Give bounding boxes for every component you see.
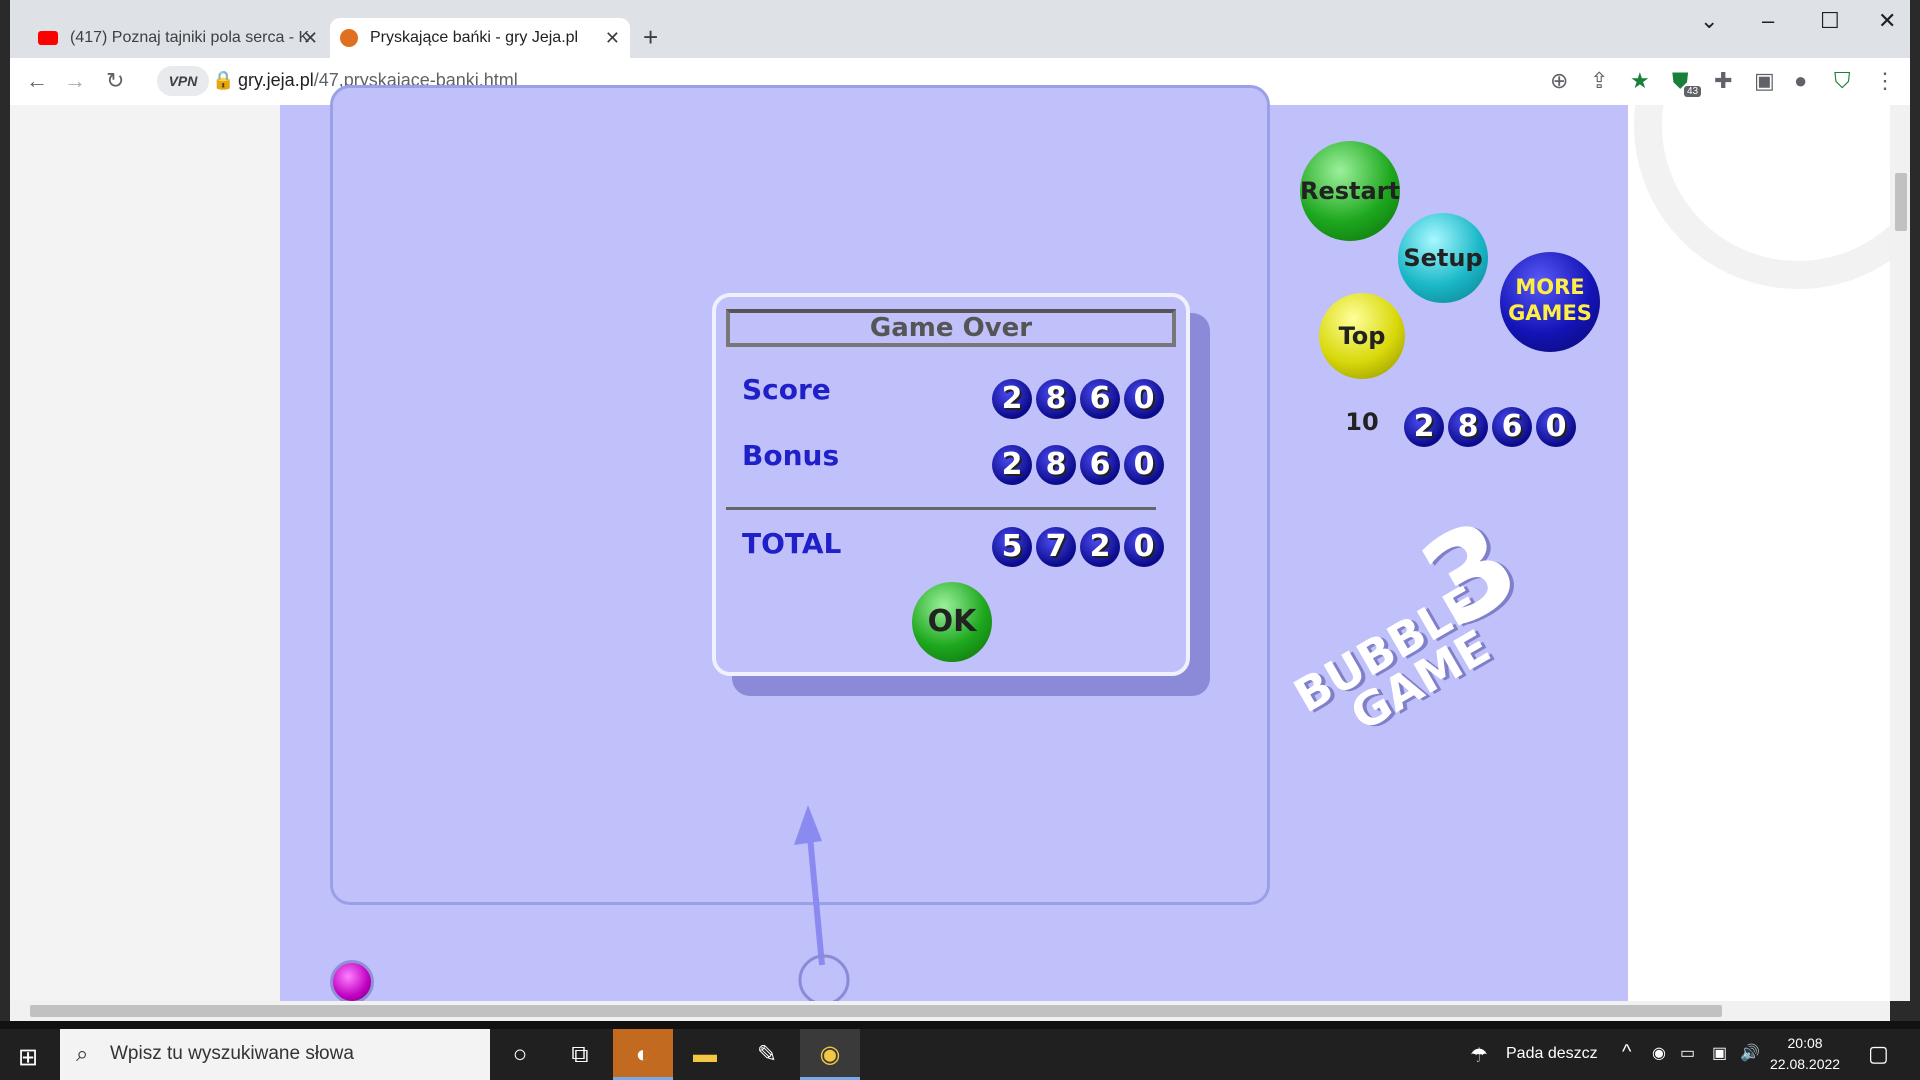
total-digits: 5 7 2 0: [992, 527, 1164, 567]
tab-title: Pryskające bańki - gry Jeja.pl: [370, 29, 579, 46]
screen: (417) Poznaj tajniki pola serca - K ✕ Pr…: [0, 0, 1920, 1080]
jeja-favicon-icon: [340, 29, 358, 47]
restart-button[interactable]: Restart: [1300, 141, 1400, 241]
digit: 0: [1536, 407, 1576, 447]
score-label: Score: [742, 373, 831, 406]
new-tab-icon[interactable]: +: [643, 22, 658, 53]
total-label: TOTAL: [742, 527, 842, 560]
horizontal-scroll-thumb[interactable]: [30, 1005, 1722, 1017]
games-label: GAMES: [1508, 301, 1592, 325]
digit: 0: [1124, 445, 1164, 485]
digit: 2: [992, 445, 1032, 485]
menu-dots-icon[interactable]: ⋮: [1874, 68, 1896, 94]
search-icon: ⌕: [76, 1041, 89, 1066]
score-digits: 2 8 6 0: [992, 379, 1164, 419]
cortana-icon[interactable]: ○: [490, 1029, 550, 1080]
vertical-scroll-thumb[interactable]: [1895, 173, 1907, 231]
security-shield-icon[interactable]: ⛉: [1834, 68, 1851, 94]
side-panel-icon[interactable]: ▣: [1754, 68, 1775, 94]
chrome-browser-icon[interactable]: ◉: [800, 1029, 860, 1080]
more-games-button[interactable]: MORE GAMES: [1500, 252, 1600, 352]
clock-date: 22.08.2022: [1770, 1056, 1841, 1072]
vpn-badge[interactable]: VPN: [157, 66, 209, 96]
more-label: MORE: [1515, 275, 1585, 299]
weather-text[interactable]: Pada deszcz: [1506, 1045, 1598, 1063]
dialog-title: Game Over: [726, 309, 1176, 347]
tab-search-chevron-icon[interactable]: ⌄: [1700, 8, 1718, 34]
system-clock[interactable]: 20:08 22.08.2022: [1770, 1033, 1840, 1075]
notifications-icon[interactable]: ▢: [1868, 1041, 1889, 1067]
digit: 6: [1080, 379, 1120, 419]
digit: 5: [992, 527, 1032, 567]
back-arrow-icon[interactable]: ←: [26, 68, 48, 94]
weather-rain-icon[interactable]: ☂: [1470, 1043, 1488, 1068]
windows-taskbar: ⊞ ⌕ Wpisz tu wyszukiwane słowa ○ ⧉ ◐ ▬ ✎…: [0, 1029, 1920, 1080]
minimize-icon[interactable]: –: [1762, 8, 1774, 34]
vertical-scrollbar[interactable]: [1890, 105, 1910, 1001]
horizontal-scrollbar[interactable]: [10, 1001, 1890, 1021]
digit: 8: [1448, 407, 1488, 447]
search-placeholder: Wpisz tu wyszukiwane słowa: [110, 1043, 354, 1064]
clock-time: 20:08: [1787, 1035, 1823, 1051]
windows-start-icon[interactable]: ⊞: [18, 1043, 38, 1072]
url-host: gry.jeja.pl: [238, 70, 314, 90]
bonus-digits: 2 8 6 0: [992, 445, 1164, 485]
digit: 6: [1492, 407, 1532, 447]
task-view-icon[interactable]: ⧉: [550, 1029, 610, 1080]
decorative-ring-icon: [1634, 0, 1920, 289]
extensions-puzzle-icon[interactable]: ✚: [1714, 68, 1732, 94]
tray-chevron-icon[interactable]: ^: [1622, 1041, 1631, 1064]
digit: 0: [1124, 527, 1164, 567]
game-over-dialog: Game Over Score 2 8 6 0 Bonus 2 8 6 0 TO…: [712, 293, 1190, 676]
setup-button[interactable]: Setup: [1398, 213, 1488, 303]
dialog-divider: [726, 507, 1156, 510]
ok-button[interactable]: OK: [912, 582, 992, 662]
bookmark-star-icon[interactable]: ★: [1630, 68, 1650, 94]
close-tab-icon[interactable]: ✕: [303, 28, 318, 49]
shooter-arrow-icon[interactable]: [750, 805, 890, 1005]
forward-arrow-icon[interactable]: →: [64, 68, 86, 94]
reload-icon[interactable]: ↻: [106, 68, 124, 94]
digit: 2: [1404, 407, 1444, 447]
youtube-icon: [38, 31, 58, 45]
game-area[interactable]: Game Over Score 2 8 6 0 Bonus 2 8 6 0 TO…: [280, 85, 1628, 1005]
window-edge: [0, 1021, 1920, 1029]
digit: 8: [1036, 445, 1076, 485]
paint-icon[interactable]: ✎: [737, 1029, 797, 1080]
page-right-background: [1628, 0, 1920, 1001]
profile-icon[interactable]: ●: [1794, 68, 1807, 94]
network-icon[interactable]: ▭: [1680, 1043, 1695, 1063]
top10-button[interactable]: Top 10: [1319, 293, 1405, 436]
close-tab-icon[interactable]: ✕: [605, 28, 620, 49]
next-bubble: [330, 960, 374, 1004]
extension-count-badge: 43: [1684, 86, 1702, 97]
digit: 2: [1080, 527, 1120, 567]
digit: 8: [1036, 379, 1076, 419]
tab-jeja[interactable]: Pryskające bańki - gry Jeja.pl ✕: [330, 18, 630, 58]
bubble-game-logo: BUBBLE GAME 3: [1285, 493, 1592, 820]
digit: 2: [992, 379, 1032, 419]
web-page: Game Over Score 2 8 6 0 Bonus 2 8 6 0 TO…: [10, 0, 1920, 1005]
lock-icon[interactable]: 🔒: [212, 70, 234, 91]
edge-browser-icon[interactable]: ◐: [613, 1029, 673, 1080]
zoom-icon[interactable]: ⊕: [1550, 68, 1568, 94]
share-icon[interactable]: ⇪: [1590, 68, 1608, 94]
digit: 0: [1124, 379, 1164, 419]
tab-title: (417) Poznaj tajniki pola serca - K: [70, 29, 310, 46]
close-window-icon[interactable]: ✕: [1878, 8, 1896, 34]
side-score-digits: 2 8 6 0: [1404, 407, 1576, 447]
file-explorer-icon[interactable]: ▬: [675, 1029, 735, 1080]
record-icon[interactable]: ◉: [1652, 1043, 1666, 1063]
maximize-icon[interactable]: ☐: [1820, 8, 1840, 34]
digit: 6: [1080, 445, 1120, 485]
bonus-label: Bonus: [742, 439, 840, 472]
taskbar-search-box[interactable]: ⌕ Wpisz tu wyszukiwane słowa: [60, 1029, 490, 1080]
meet-icon[interactable]: ▣: [1712, 1043, 1727, 1063]
tab-youtube[interactable]: (417) Poznaj tajniki pola serca - K ✕: [28, 20, 328, 56]
digit: 7: [1036, 527, 1076, 567]
volume-icon[interactable]: 🔊: [1740, 1043, 1760, 1063]
